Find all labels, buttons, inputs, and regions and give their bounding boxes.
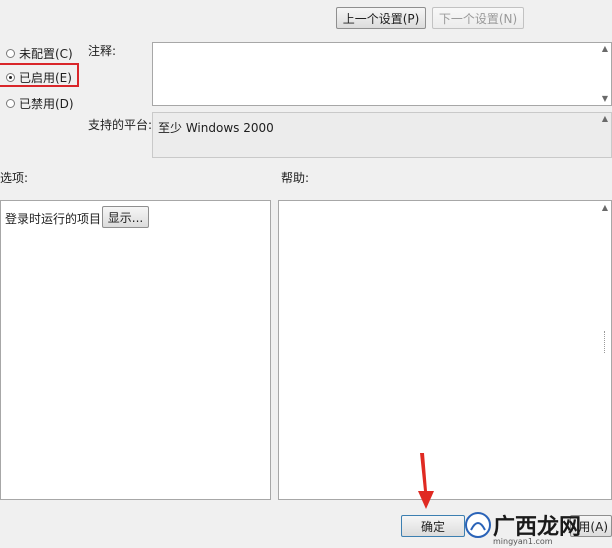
help-scroll-grip[interactable]	[604, 331, 608, 353]
radio-label-disabled: 已禁用(D)	[19, 97, 74, 111]
help-panel: ▲	[278, 200, 612, 500]
platform-label: 支持的平台:	[88, 118, 153, 132]
radio-label-enabled: 已启用(E)	[19, 71, 72, 85]
watermark-url: mingyan1.com	[493, 537, 553, 546]
radio-label-not-configured: 未配置(C)	[19, 47, 73, 61]
next-setting-button[interactable]: 下一个设置(N)	[432, 7, 524, 29]
watermark-logo: 广西龙网 mingyan1.com	[465, 505, 581, 548]
comment-textarea[interactable]: ▲ ▼	[152, 42, 612, 106]
arrow-annotation-icon	[418, 453, 434, 509]
option-item-label: 登录时运行的项目	[5, 212, 102, 226]
radio-enabled[interactable]	[6, 73, 15, 82]
help-scroll-up-icon[interactable]: ▲	[602, 204, 608, 212]
show-button[interactable]: 显示...	[102, 206, 149, 228]
watermark-logo-icon	[465, 512, 491, 538]
scroll-up-icon[interactable]: ▲	[602, 45, 608, 53]
scroll-down-icon[interactable]: ▼	[602, 95, 608, 103]
platform-value: 至少 Windows 2000	[158, 121, 274, 135]
comment-label: 注释:	[88, 44, 117, 58]
help-label: 帮助:	[281, 171, 310, 185]
platform-field: 至少 Windows 2000 ▲	[152, 112, 612, 158]
radio-not-configured[interactable]	[6, 49, 15, 58]
radio-disabled[interactable]	[6, 99, 15, 108]
prev-setting-button[interactable]: 上一个设置(P)	[336, 7, 426, 29]
ok-button[interactable]: 确定	[401, 515, 465, 537]
options-label: 选项:	[0, 171, 29, 185]
options-panel: 登录时运行的项目 显示...	[0, 200, 271, 500]
platform-scroll-up-icon[interactable]: ▲	[602, 115, 608, 123]
